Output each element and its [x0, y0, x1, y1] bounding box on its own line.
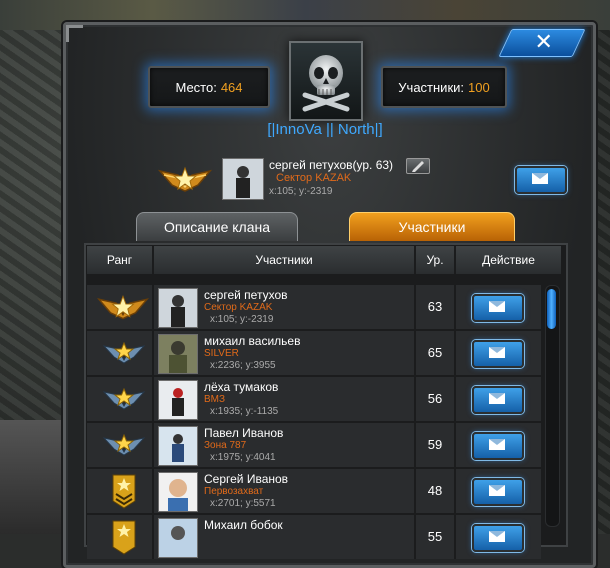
table-header: Ранг Участники Ур. Действие [87, 246, 561, 274]
member-level: 48 [427, 483, 443, 498]
column-divider [152, 331, 154, 375]
column-divider [152, 285, 154, 329]
column-divider [454, 377, 456, 421]
envelope-icon [489, 393, 505, 404]
message-button[interactable] [472, 524, 524, 552]
column-header-rank: Ранг [87, 246, 154, 274]
leader-message-button[interactable] [515, 166, 567, 194]
game-background-building [0, 420, 70, 534]
message-button[interactable] [472, 340, 524, 368]
members-value: 100 [468, 79, 490, 95]
members-plaque: Участники: 100 [381, 66, 507, 108]
rank-officer-icon [102, 386, 146, 415]
member-level: 65 [427, 345, 443, 360]
column-divider [454, 469, 456, 513]
member-name[interactable]: Павел Иванов [204, 426, 283, 440]
member-sector: Сектор KAZAK [204, 302, 273, 313]
clan-emblem [289, 41, 363, 121]
member-level: 56 [427, 391, 443, 406]
tab-clan-description[interactable]: Описание клана [136, 212, 298, 241]
skull-icon [302, 55, 350, 112]
column-divider [414, 331, 416, 375]
table-row[interactable]: сергей петухов Сектор KAZAK x:105; y:-23… [87, 285, 541, 329]
member-name[interactable]: михаил васильев [204, 334, 300, 348]
table-row[interactable]: лёха тумаков ВМЗ x:1935; y:-1135 56 [87, 377, 541, 421]
column-header-members: Участники [154, 246, 416, 274]
message-button[interactable] [472, 386, 524, 414]
member-avatar[interactable] [158, 380, 198, 420]
message-button[interactable] [472, 432, 524, 460]
column-header-level: Ур. [416, 246, 456, 274]
column-divider [454, 285, 456, 329]
message-button[interactable] [472, 294, 524, 322]
column-header-action: Действие [482, 253, 535, 267]
tab-members[interactable]: Участники [349, 212, 515, 241]
member-name[interactable]: Сергей Иванов [204, 472, 288, 486]
member-avatar[interactable] [158, 288, 198, 328]
place-label: Место: [175, 79, 217, 95]
column-divider [414, 285, 416, 329]
member-avatar[interactable] [158, 334, 198, 374]
member-name[interactable]: лёха тумаков [204, 380, 278, 394]
member-avatar[interactable] [158, 518, 198, 558]
close-icon: ✕ [534, 29, 553, 54]
place-value: 464 [220, 79, 243, 95]
message-button[interactable] [472, 478, 524, 506]
column-divider [414, 469, 416, 513]
member-sector: ВМЗ [204, 394, 226, 405]
column-divider [454, 423, 456, 467]
envelope-icon [489, 531, 505, 542]
column-divider [454, 515, 456, 559]
place-plaque: Место: 464 [148, 66, 270, 108]
member-sector: SILVER [204, 348, 239, 359]
member-coords: x:1975; y:4041 [210, 452, 276, 463]
scrollbar-thumb[interactable] [547, 289, 556, 329]
table-row[interactable]: Михаил бобок 55 [87, 515, 541, 559]
table-row[interactable]: Павел Иванов Зона 787 x:1975; y:4041 59 [87, 423, 541, 467]
leader-sector: Сектор KAZAK [276, 172, 352, 184]
column-divider [454, 331, 456, 375]
members-label: Участники: [398, 79, 464, 95]
envelope-icon [489, 301, 505, 312]
member-sector: Зона 787 [204, 440, 247, 451]
column-divider [414, 515, 416, 559]
member-sector: Первозахват [204, 486, 264, 497]
column-divider [152, 469, 154, 513]
member-avatar[interactable] [158, 472, 198, 512]
rank-sergeant-icon [111, 473, 137, 514]
member-coords: x:105; y:-2319 [210, 314, 274, 325]
column-divider [152, 423, 154, 467]
rank-leader-icon [96, 291, 150, 326]
member-avatar[interactable] [158, 426, 198, 466]
rank-sergeant-icon [111, 519, 137, 560]
envelope-icon [489, 439, 505, 450]
column-divider [414, 423, 416, 467]
edit-button[interactable] [406, 158, 430, 174]
member-level: 63 [427, 299, 443, 314]
close-button[interactable]: ✕ [498, 29, 586, 57]
member-name[interactable]: сергей петухов [204, 288, 288, 302]
envelope-icon [532, 173, 548, 184]
column-divider [414, 377, 416, 421]
column-divider [152, 377, 154, 421]
rank-officer-icon [102, 432, 146, 461]
envelope-icon [489, 485, 505, 496]
envelope-icon [489, 347, 505, 358]
member-level: 59 [427, 437, 443, 452]
member-coords: x:2701; y:5571 [210, 498, 276, 509]
table-row[interactable]: Сергей Иванов Первозахват x:2701; y:5571… [87, 469, 541, 513]
pencil-icon [412, 161, 424, 172]
member-coords: x:1935; y:-1135 [210, 406, 279, 417]
rank-officer-icon [102, 340, 146, 369]
table-row[interactable]: михаил васильев SILVER x:2236; y:3955 65 [87, 331, 541, 375]
member-name[interactable]: Михаил бобок [204, 518, 283, 532]
member-coords: x:2236; y:3955 [210, 360, 276, 371]
member-level: 55 [427, 529, 443, 544]
leader-avatar[interactable] [222, 158, 264, 200]
clan-name: [|InnoVa || North|] [267, 121, 383, 138]
leader-name: сергей петухов(ур. 63) [269, 158, 394, 172]
leader-coords: x:105; y:-2319 [269, 186, 333, 197]
column-divider [152, 515, 154, 559]
rank-leader-icon [157, 163, 213, 198]
